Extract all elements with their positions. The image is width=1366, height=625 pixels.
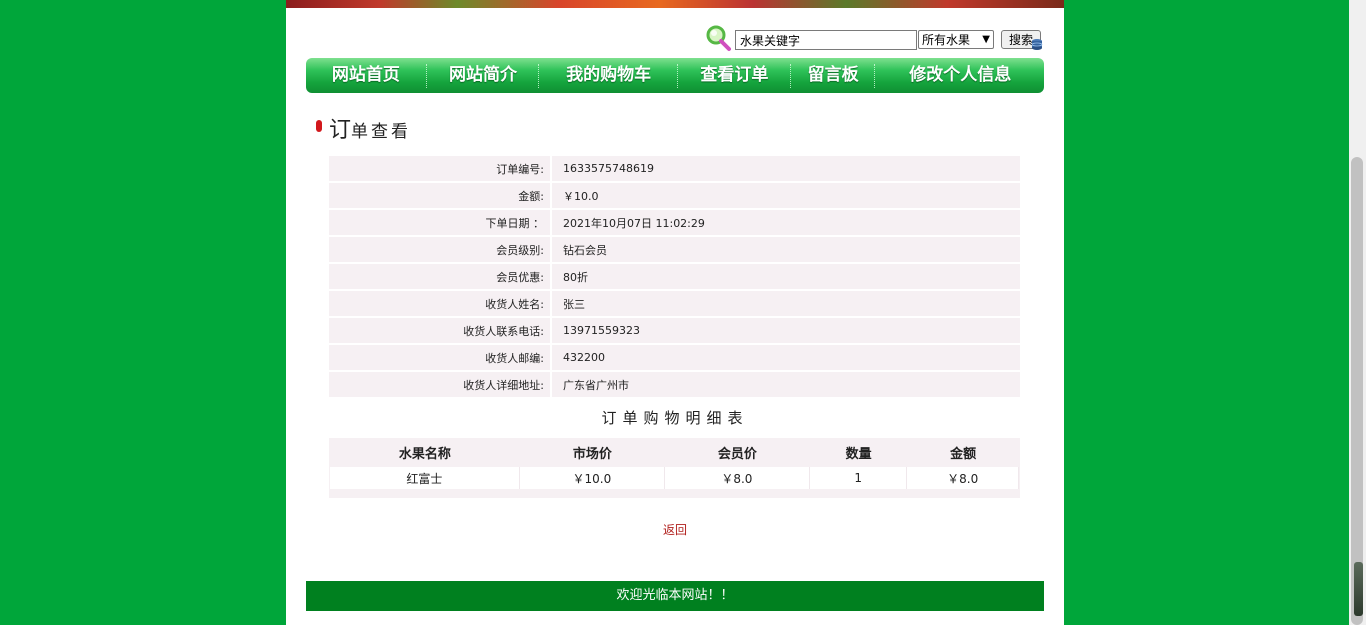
order-info-label: 会员优惠: xyxy=(329,264,550,289)
order-info-row: 会员优惠: 80折 xyxy=(329,264,1020,289)
main-nav: 网站首页 网站简介 我的购物车 查看订单 留言板 修改个人信息 xyxy=(306,58,1044,93)
scrollbar-thumb[interactable] xyxy=(1351,157,1363,625)
page-container: 所有水果 ▼ 搜索 网站首页 网站简介 我的购物车 查看订单 留言板 修改个人信… xyxy=(286,0,1064,625)
header-banner-image xyxy=(286,0,1064,8)
order-info-row: 收货人联系电话: 13971559323 xyxy=(329,318,1020,343)
order-info-row: 收货人邮编: 432200 xyxy=(329,345,1020,370)
detail-table-cell: ￥8.0 xyxy=(664,467,810,489)
order-info-value: 张三 xyxy=(552,291,1020,316)
chevron-down-icon: ▼ xyxy=(982,34,990,45)
detail-table-title: 订单购物明细表 xyxy=(601,409,749,427)
detail-column-header: 市场价 xyxy=(572,447,612,462)
search-keyword-input[interactable] xyxy=(735,30,917,50)
detail-table-cell: 1 xyxy=(809,467,908,489)
title-bullet-icon xyxy=(316,120,322,132)
order-info-row: 收货人姓名: 张三 xyxy=(329,291,1020,316)
order-info-value: 钻石会员 xyxy=(552,237,1020,262)
order-info-label: 收货人详细地址: xyxy=(329,372,550,397)
vertical-scrollbar[interactable] xyxy=(1349,0,1366,625)
detail-column-header: 金额 xyxy=(950,447,977,462)
order-info-label: 会员级别: xyxy=(329,237,550,262)
order-info-row: 收货人详细地址: 广东省广州市 xyxy=(329,372,1020,397)
search-magnifier-icon xyxy=(706,25,731,51)
nav-item-profile[interactable]: 修改个人信息 xyxy=(876,58,1044,93)
nav-item-cart[interactable]: 我的购物车 xyxy=(540,58,677,93)
database-icon xyxy=(1031,39,1043,50)
search-bar: 所有水果 ▼ 搜索 xyxy=(704,24,1046,51)
nav-item-orders[interactable]: 查看订单 xyxy=(679,58,790,93)
order-info-value: 1633575748619 xyxy=(552,156,1020,181)
detail-table-cell: ￥10.0 xyxy=(519,467,665,489)
fruit-category-selected: 所有水果 xyxy=(922,33,971,47)
order-info-row: 订单编号: 1633575748619 xyxy=(329,156,1020,181)
order-info-value: 80折 xyxy=(552,264,1020,289)
order-info-value: 2021年10月07日 11:02:29 xyxy=(552,210,1020,235)
order-info-label: 收货人姓名: xyxy=(329,291,550,316)
order-info-value: ￥10.0 xyxy=(552,183,1020,208)
order-info-label: 订单编号: xyxy=(329,156,550,181)
order-detail-panel: 水果名称 市场价 会员价 数量 金额 红富士 ￥10.0 ￥8.0 1 ￥8.0 xyxy=(329,438,1020,498)
order-info-table: 订单编号: 1633575748619 金额: ￥10.0 下单日期 ： 2021年10月… xyxy=(329,154,1020,399)
nav-item-home[interactable]: 网站首页 xyxy=(306,58,426,93)
footer-bar: 欢迎光临本网站！！ xyxy=(306,581,1044,611)
detail-column-header: 数量 xyxy=(845,447,872,462)
order-info-label: 收货人联系电话: xyxy=(329,318,550,343)
order-info-row: 会员级别: 钻石会员 xyxy=(329,237,1020,262)
order-info-row: 金额: ￥10.0 xyxy=(329,183,1020,208)
detail-column-header: 水果名称 xyxy=(398,447,451,462)
nav-item-about[interactable]: 网站简介 xyxy=(428,58,539,93)
network-signal-icon xyxy=(1354,562,1363,616)
back-link[interactable]: 返回 xyxy=(286,521,1064,538)
order-info-label: 金额: xyxy=(329,183,550,208)
detail-table-cell: ￥8.0 xyxy=(907,467,1019,489)
page-title-rest: 单查看 xyxy=(351,122,412,142)
page-title-first: 订 xyxy=(329,118,352,143)
footer-text: 欢迎光临本网站！！ xyxy=(616,588,734,603)
search-button[interactable]: 搜索 xyxy=(1001,30,1043,50)
detail-table-cell: 红富士 xyxy=(330,467,520,489)
order-detail-table: 水果名称 市场价 会员价 数量 金额 红富士 ￥10.0 ￥8.0 1 ￥8.0 xyxy=(330,438,1019,489)
order-info-row: 下单日期 ： 2021年10月07日 11:02:29 xyxy=(329,210,1020,235)
detail-column-header: 会员价 xyxy=(717,447,757,462)
order-info-value: 广东省广州市 xyxy=(552,372,1020,397)
detail-table-row: 红富士 ￥10.0 ￥8.0 1 ￥8.0 xyxy=(330,467,1019,489)
nav-item-guestbook[interactable]: 留言板 xyxy=(792,58,875,93)
order-info-label: 下单日期 ： xyxy=(329,210,550,235)
fruit-category-select[interactable]: 所有水果 ▼ xyxy=(918,30,994,49)
order-info-value: 13971559323 xyxy=(552,318,1020,343)
order-info-value: 432200 xyxy=(552,345,1020,370)
order-info-label: 收货人邮编: xyxy=(329,345,550,370)
